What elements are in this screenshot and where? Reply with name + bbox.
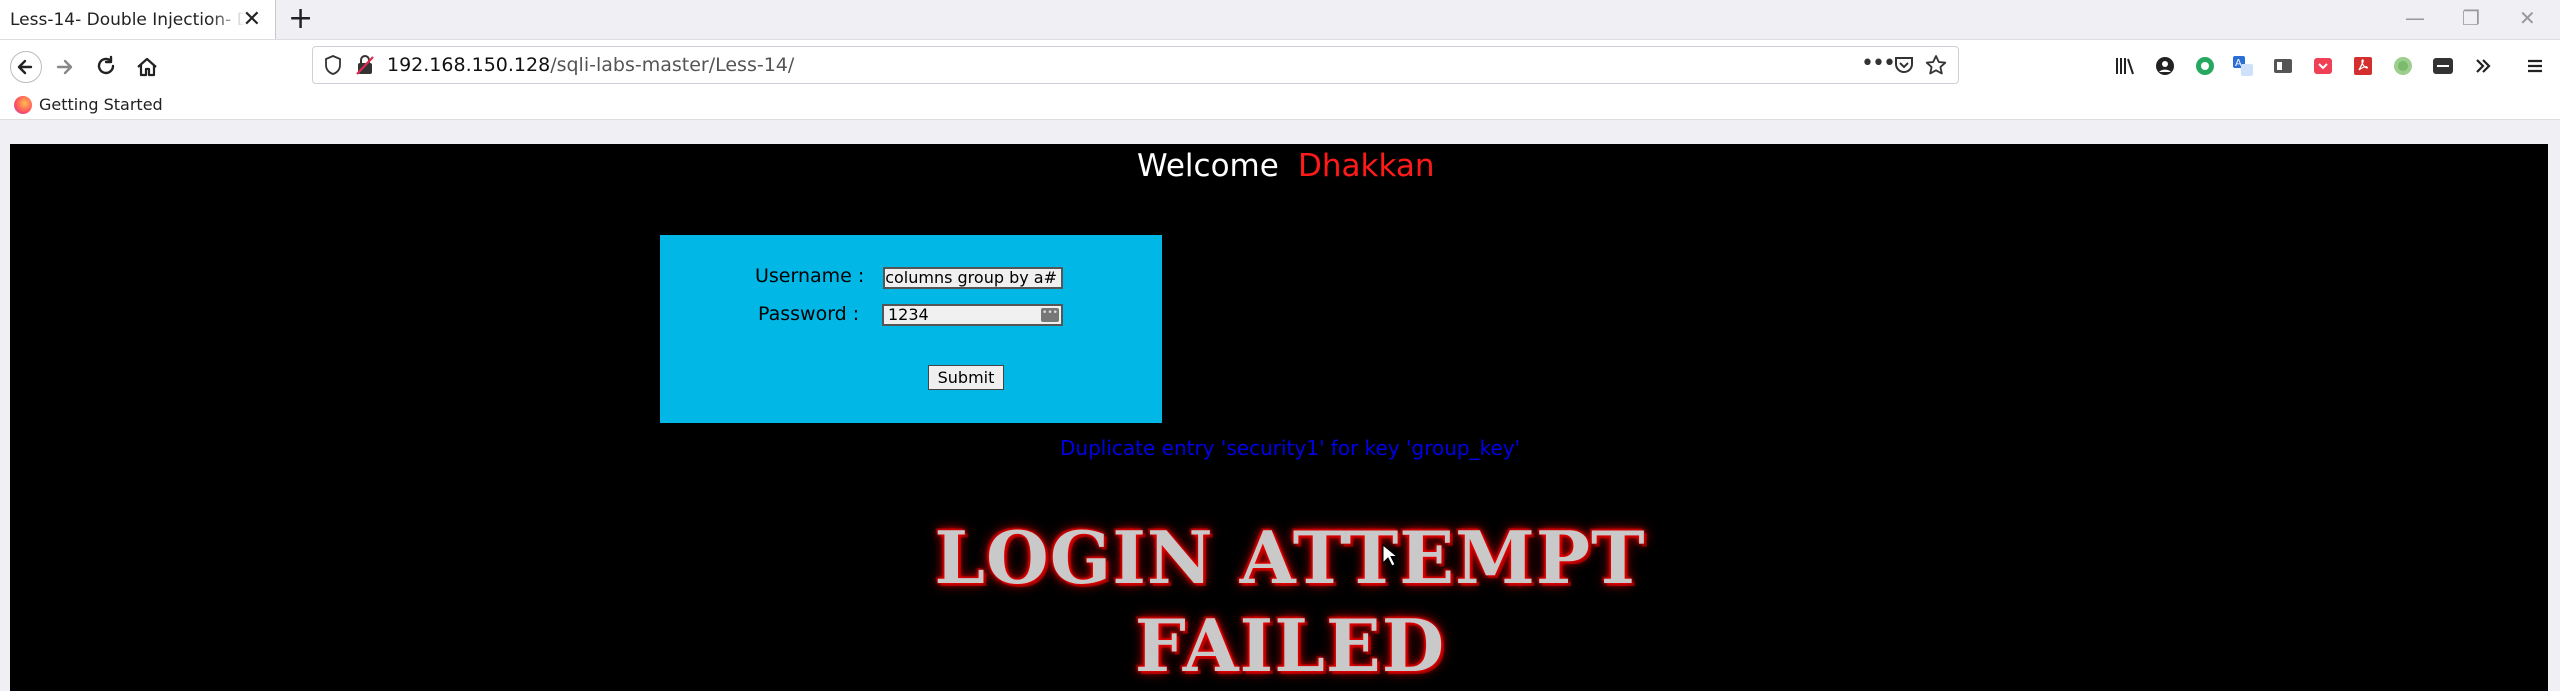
navigation-toolbar: 192.168.150.128/sqli-labs-master/Less-14… [0, 39, 2560, 94]
overflow-chevron-icon[interactable] [2472, 55, 2494, 77]
address-bar[interactable]: 192.168.150.128/sqli-labs-master/Less-14… [312, 46, 1959, 84]
hamburger-menu-icon[interactable] [2524, 55, 2546, 77]
close-window-icon[interactable]: ✕ [2519, 6, 2536, 30]
page-content: Welcome Dhakkan Username : a.columns gro… [10, 144, 2548, 691]
welcome-label: Welcome [1137, 148, 1279, 184]
banner-line-1: LOGIN ATTEMPT [880, 514, 1700, 602]
shield-icon[interactable] [323, 54, 343, 81]
extension-green-icon[interactable] [2194, 55, 2216, 77]
firefox-icon [14, 95, 32, 114]
extension-dark-icon[interactable] [2432, 55, 2454, 77]
url-host: 192.168.150.128 [387, 54, 551, 76]
error-message: Duplicate entry 'security1' for key 'gro… [1060, 436, 1521, 460]
password-input[interactable]: 1234 ••• [882, 304, 1063, 326]
pocket-icon[interactable] [1893, 54, 1915, 81]
username-label: Username : [755, 265, 865, 287]
username-value: a.columns group by a# [883, 268, 1057, 287]
tab-strip: Less-14- Double Injection- Double Quotes… [0, 0, 2560, 39]
welcome-name: Dhakkan [1298, 148, 1435, 184]
page-actions-icon[interactable]: ••• [1861, 51, 1896, 76]
back-icon[interactable] [10, 51, 42, 83]
insecure-lock-icon[interactable] [355, 54, 375, 81]
library-icon[interactable] [2114, 55, 2136, 77]
login-form: Username : a.columns group by a# Passwor… [660, 235, 1162, 423]
url-path: /sqli-labs-master/Less-14/ [550, 54, 795, 76]
password-manager-icon[interactable]: ••• [1041, 308, 1059, 322]
browser-tab[interactable]: Less-14- Double Injection- Double Quotes… [0, 0, 276, 39]
username-input[interactable]: a.columns group by a# [883, 267, 1063, 289]
reload-icon[interactable] [92, 53, 120, 81]
password-value: 1234 [888, 305, 929, 324]
extension-circle-icon[interactable] [2392, 55, 2414, 77]
mouse-cursor [1382, 543, 1399, 572]
forward-icon[interactable] [51, 53, 79, 81]
login-failed-banner: LOGIN ATTEMPT FAILED [880, 514, 1700, 690]
bookmark-star-icon[interactable] [1925, 54, 1947, 81]
banner-line-2: FAILED [880, 602, 1700, 690]
tab-title: Less-14- Double Injection- Double Quotes… [10, 9, 245, 30]
minimize-window-icon[interactable]: — [2405, 6, 2425, 30]
bookmarks-toolbar: Getting Started [0, 93, 2560, 120]
new-tab-button[interactable]: + [288, 3, 313, 35]
reader-icon[interactable] [2272, 55, 2294, 77]
url-text[interactable]: 192.168.150.128/sqli-labs-master/Less-14… [387, 54, 794, 76]
translate-icon[interactable]: A [2232, 55, 2254, 77]
bookmark-getting-started[interactable]: Getting Started [14, 95, 163, 114]
password-label: Password : [758, 303, 860, 325]
pocket-extension-icon[interactable] [2312, 55, 2334, 77]
account-icon[interactable] [2154, 55, 2176, 77]
restore-window-icon[interactable]: ❐ [2462, 6, 2480, 30]
close-tab-icon[interactable]: ✕ [243, 7, 261, 32]
svg-text:A: A [2235, 58, 2242, 69]
bookmark-label: Getting Started [39, 95, 163, 114]
home-icon[interactable] [133, 53, 161, 81]
pdf-icon[interactable] [2352, 55, 2374, 77]
submit-button[interactable]: Submit [928, 365, 1004, 390]
